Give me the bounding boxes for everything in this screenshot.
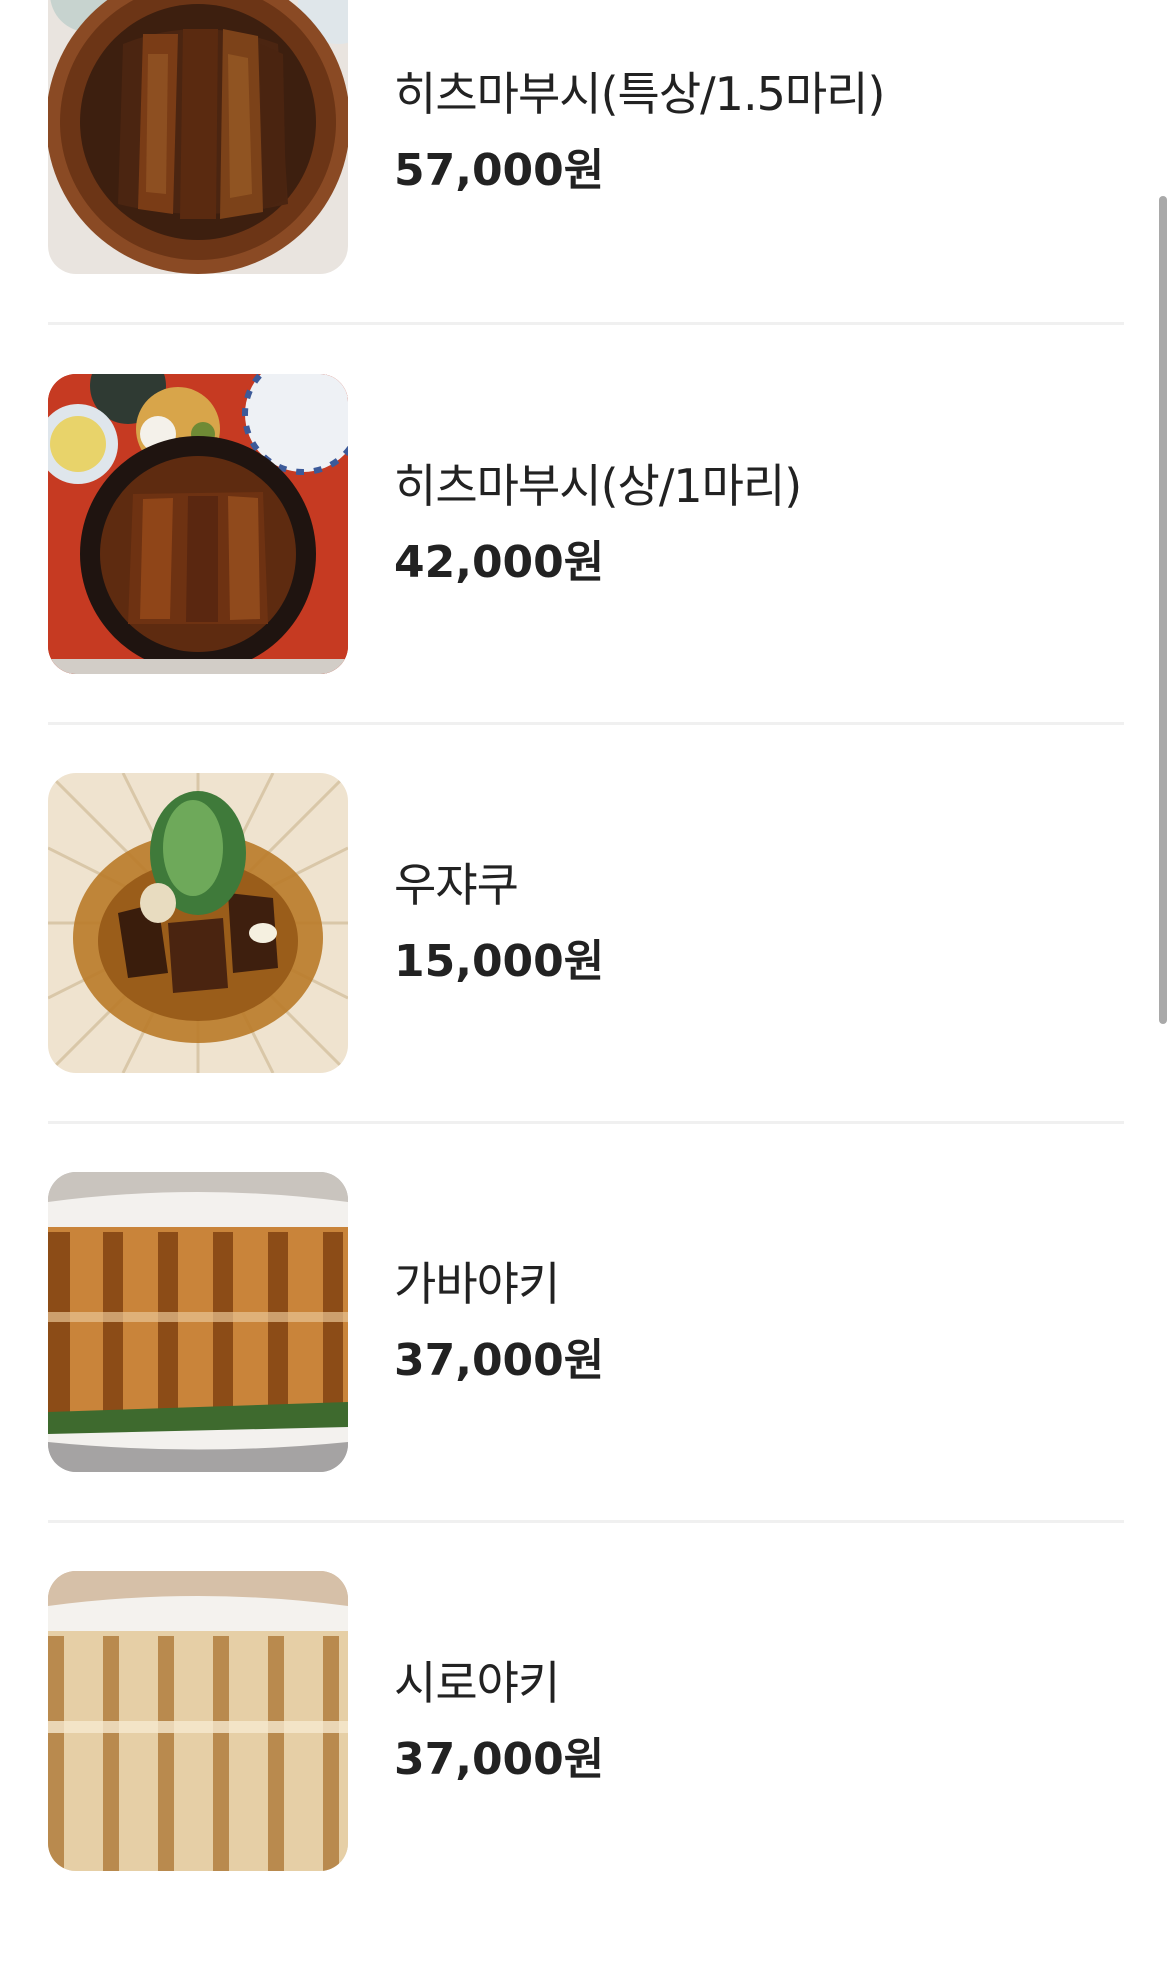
menu-item-image[interactable] (48, 374, 348, 674)
menu-item[interactable]: 히츠마부시(특상/1.5마리) 57,000원 (48, 0, 1124, 400)
uzaku-photo (48, 773, 348, 1073)
menu-item-price: 15,000원 (394, 936, 605, 987)
menu-item-price: 37,000원 (394, 1335, 605, 1386)
scrollbar-thumb[interactable] (1159, 196, 1167, 1024)
menu-item-price: 37,000원 (394, 1734, 605, 1785)
kabayaki-photo (48, 1172, 348, 1472)
menu-item-name: 가바야키 (394, 1257, 560, 1311)
hitsumabushi-set-photo (48, 374, 348, 674)
menu-item-image[interactable] (48, 1172, 348, 1472)
divider (48, 1520, 1124, 1523)
menu-item-name: 시로야키 (394, 1656, 560, 1710)
menu-item-name: 우쟈쿠 (394, 858, 519, 912)
menu-item[interactable]: 시로야키 37,000원 (48, 1571, 1124, 1971)
divider (48, 1121, 1124, 1124)
menu-item-name: 히츠마부시(상/1마리) (394, 459, 802, 513)
menu-item-image[interactable] (48, 1571, 348, 1871)
menu-item-image[interactable] (48, 0, 348, 274)
menu-item-name: 히츠마부시(특상/1.5마리) (394, 67, 885, 121)
divider (48, 722, 1124, 725)
scrollbar[interactable] (1156, 0, 1170, 1833)
menu-item[interactable]: 히츠마부시(상/1마리) 42,000원 (48, 374, 1124, 774)
shirayaki-photo (48, 1571, 348, 1871)
menu-item-image[interactable] (48, 773, 348, 1073)
menu-item[interactable]: 우쟈쿠 15,000원 (48, 773, 1124, 1173)
hitsumabushi-premium-photo (48, 0, 348, 274)
menu-item-price: 42,000원 (394, 537, 605, 588)
divider (48, 322, 1124, 325)
menu-item-price: 57,000원 (394, 145, 605, 196)
menu-item[interactable]: 가바야키 37,000원 (48, 1172, 1124, 1572)
